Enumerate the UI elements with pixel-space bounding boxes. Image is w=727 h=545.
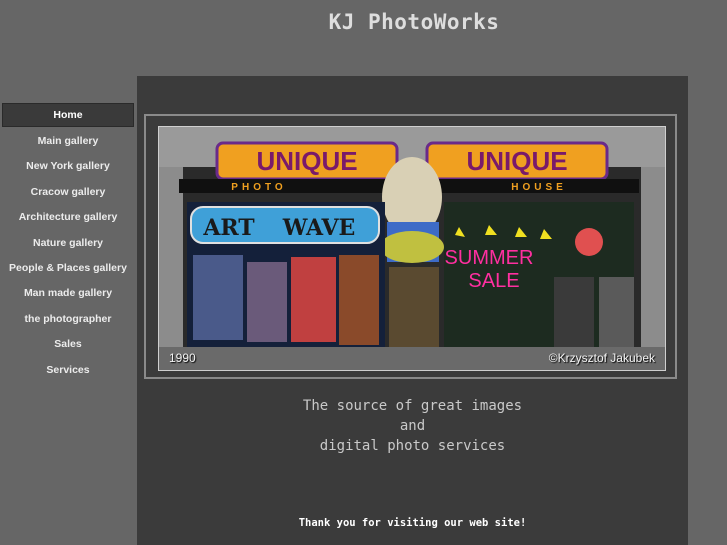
site-title: KJ PhotoWorks	[328, 10, 500, 34]
nav-man-made-gallery[interactable]: Man made gallery	[2, 281, 134, 306]
summer-sign: SUMMER	[445, 247, 534, 269]
nav-architecture-gallery[interactable]: Architecture gallery	[2, 205, 134, 230]
sale-sign: SALE	[468, 270, 519, 292]
storefront-photo-illustration: UNIQUE UNIQUE PHOTO HOUSE ART WAVE SUMME…	[159, 127, 665, 370]
tagline-line-2: and	[399, 418, 426, 434]
nav-new-york-gallery[interactable]: New York gallery	[2, 154, 134, 179]
unique-sign-left: UNIQUE	[256, 146, 357, 176]
artwave-sign-wave: WAVE	[282, 215, 356, 241]
nav-home[interactable]: Home	[2, 103, 134, 127]
featured-photo[interactable]: UNIQUE UNIQUE PHOTO HOUSE ART WAVE SUMME…	[158, 126, 666, 371]
nav-people-places-gallery[interactable]: People & Places gallery	[2, 256, 134, 281]
nav-sales[interactable]: Sales	[2, 332, 134, 357]
photo-sign: PHOTO	[231, 182, 286, 193]
nav-main-gallery[interactable]: Main gallery	[2, 129, 134, 154]
tagline-line-3: digital photo services	[319, 438, 506, 454]
tagline: The source of great images and digital p…	[137, 396, 688, 456]
main-content-panel: UNIQUE UNIQUE PHOTO HOUSE ART WAVE SUMME…	[137, 76, 688, 545]
main-navigation: Home Main gallery New York gallery Craco…	[2, 103, 134, 383]
nav-nature-gallery[interactable]: Nature gallery	[2, 231, 134, 256]
featured-photo-frame: UNIQUE UNIQUE PHOTO HOUSE ART WAVE SUMME…	[144, 114, 677, 379]
nav-photographer[interactable]: the photographer	[2, 307, 134, 332]
house-sign: HOUSE	[511, 182, 567, 193]
artwave-sign-art: ART	[202, 215, 255, 241]
photo-year: 1990	[169, 351, 196, 365]
nav-cracow-gallery[interactable]: Cracow gallery	[2, 180, 134, 205]
photo-copyright: ©Krzysztof Jakubek	[548, 351, 655, 365]
thank-you-message: Thank you for visiting our web site!	[298, 517, 527, 529]
tagline-line-1: The source of great images	[302, 398, 523, 414]
nav-services[interactable]: Services	[2, 358, 134, 383]
unique-sign-right: UNIQUE	[466, 146, 567, 176]
